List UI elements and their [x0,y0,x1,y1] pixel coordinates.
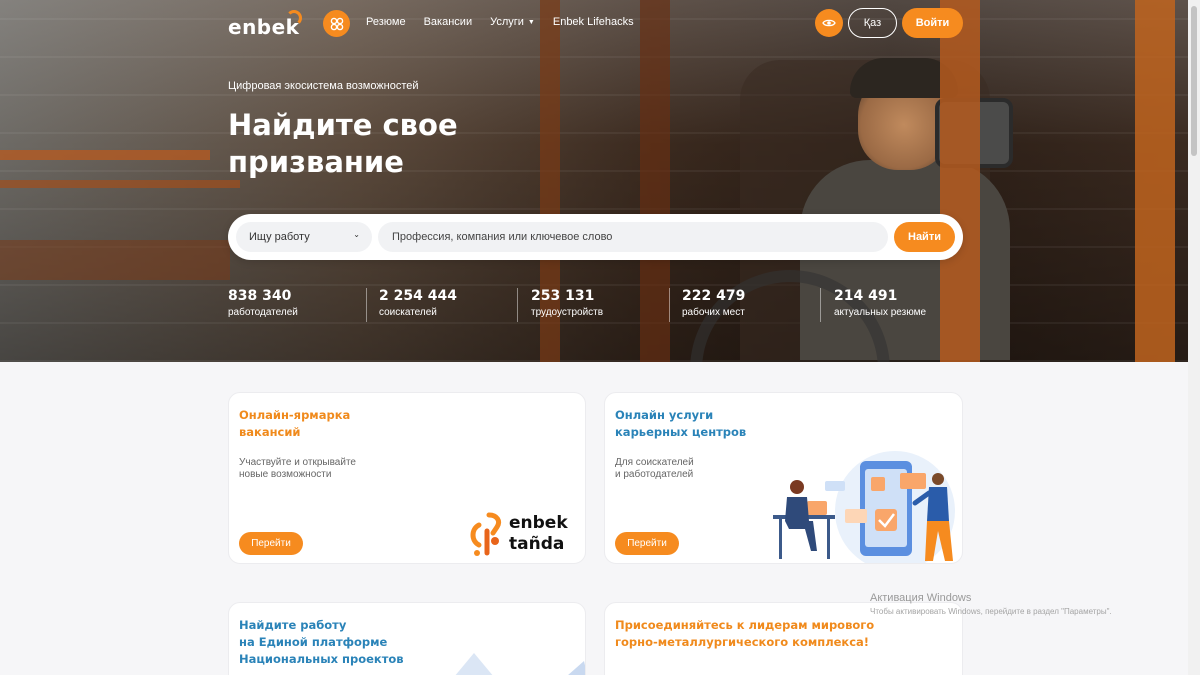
grid-icon [330,17,343,30]
search-mode-label: Ищу работу [249,231,310,243]
tanda-logo-text: enbek tañda [509,513,568,555]
card-national-projects[interactable]: Найдите работу на Единой платформе Нацио… [228,602,586,675]
card-desc-line: Участвуйте и открывайте [239,457,356,468]
caret-down-icon: ▼ [527,18,535,26]
search-bar: Ищу работу ⌄ Найти [228,214,963,260]
stat-divider [820,288,821,322]
hero-decor [0,240,230,280]
stat-employers: 838 340 работодателей [228,288,298,322]
tanda-mark-icon [470,512,502,556]
search-mode-select[interactable]: Ищу работу ⌄ [236,222,372,252]
stat-value: 838 340 [228,288,292,304]
hero-subtitle: Цифровая экосистема возможностей [228,80,419,92]
nav-item-vacancies[interactable]: Вакансии [424,16,473,28]
card-desc-line: Для соискателей [615,457,694,468]
card-title-line: Присоединяйтесь к лидерам мирового [615,618,875,632]
enbek-tanda-logo: enbek tañda [467,511,577,559]
eye-icon [822,19,836,27]
login-button[interactable]: Войти [902,8,963,38]
card-title-line: горно-металлургического комплекса! [615,635,870,649]
stat-resumes: 214 491 актуальных резюме [834,288,926,322]
scrollbar-thumb[interactable] [1191,6,1197,156]
stat-jobs: 222 479 рабочих мест [682,288,745,322]
card-title: Присоединяйтесь к лидерам мирового горно… [615,617,874,651]
stat-value: 253 131 [531,288,595,304]
windows-activation-text: Чтобы активировать Windows, перейдите в … [870,607,1112,616]
national-projects-illustration-icon [455,653,585,675]
stat-value: 222 479 [682,288,746,304]
stat-divider [366,288,367,322]
card-go-button[interactable]: Перейти [615,532,679,555]
hero-decor [1135,0,1175,362]
nav-item-lifehacks[interactable]: Enbek Lifehacks [553,16,634,28]
tanda-logo-line: enbek [509,513,568,533]
nav-item-resume[interactable]: Резюме [366,16,406,28]
card-title-line: Онлайн-ярмарка [239,408,351,422]
card-title-line: Найдите работу [239,618,347,632]
language-switch-button[interactable]: Қаз [848,8,897,38]
tanda-logo-line: tañda [509,534,565,554]
hero-decor [0,180,240,188]
card-title-line: Национальных проектов [239,652,404,666]
stat-divider [517,288,518,322]
accessibility-button[interactable] [815,9,843,37]
card-title-line: вакансий [239,425,301,439]
card-title: Онлайн услуги карьерных центров [615,407,746,441]
nav-item-services[interactable]: Услуги ▼ [490,16,535,28]
stat-label: работодателей [228,307,298,318]
card-desc-line: и работодателей [615,469,694,480]
card-title: Найдите работу на Единой платформе Нацио… [239,617,404,668]
stat-jobseekers: 2 254 444 соискателей [379,288,457,322]
career-illustration-icon [773,451,955,563]
windows-activation-title: Активация Windows [870,592,972,604]
card-job-fair[interactable]: Онлайн-ярмарка вакансий Участвуйте и отк… [228,392,586,564]
stat-value: 2 254 444 [379,288,457,304]
card-description: Для соискателей и работодателей [615,457,694,481]
card-description: Участвуйте и открывайте новые возможност… [239,457,356,481]
stat-label: рабочих мест [682,307,745,318]
stat-label: актуальных резюме [834,307,927,318]
stat-divider [669,288,670,322]
card-go-button[interactable]: Перейти [239,532,303,555]
stat-value: 214 491 [834,288,898,304]
stat-label: соискателей [379,307,437,318]
nav-item-services-label: Услуги [490,16,524,28]
site-logo[interactable]: enbek [228,10,302,40]
card-desc-line: новые возможности [239,469,332,480]
card-title-line: карьерных центров [615,425,747,439]
card-title-line: на Единой платформе [239,635,388,649]
card-title: Онлайн-ярмарка вакансий [239,407,350,441]
stat-label: трудоустройств [531,307,604,318]
hero-title: Найдите свое призвание [228,108,458,179]
stats-row: 838 340 работодателей 2 254 444 соискате… [228,288,963,328]
apps-menu-button[interactable] [323,10,350,37]
hero-decor [0,150,210,160]
chevron-down-icon: ⌄ [353,230,360,239]
card-career-centers[interactable]: Онлайн услуги карьерных центров Для соис… [604,392,963,564]
stat-employments: 253 131 трудоустройств [531,288,603,322]
card-title-line: Онлайн услуги [615,408,714,422]
logo-arc-icon [286,10,302,26]
search-input[interactable] [378,222,888,252]
main-nav: Резюме Вакансии Услуги ▼ Enbek Lifehacks [366,16,652,28]
search-button[interactable]: Найти [894,222,955,252]
page-scrollbar[interactable] [1188,0,1200,675]
